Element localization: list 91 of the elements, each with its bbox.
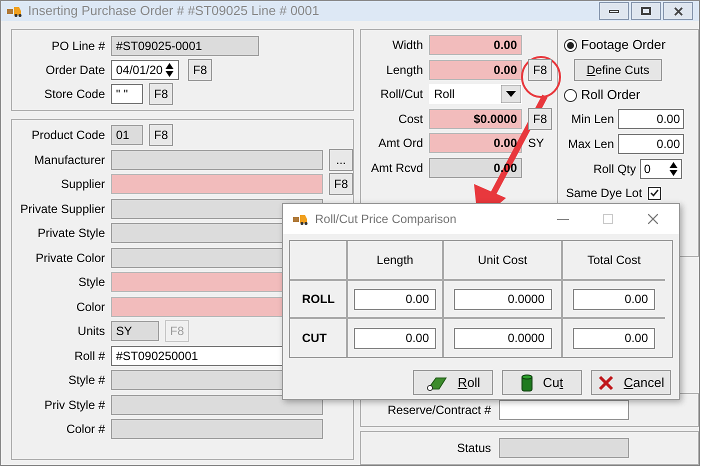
forklift-icon: [7, 5, 23, 17]
dropdown[interactable]: Roll: [429, 84, 522, 104]
field-label: Private Supplier: [19, 200, 105, 218]
field-label: Store Code: [43, 86, 105, 103]
checkbox-label: Same Dye Lot: [566, 185, 642, 202]
minimize-button[interactable]: [599, 2, 629, 20]
field-label: Color #: [65, 421, 105, 438]
input-field[interactable]: 0: [640, 159, 682, 179]
dropdown-arrow-icon[interactable]: [501, 85, 521, 103]
close-icon[interactable]: [674, 6, 682, 16]
cylinder-icon: [520, 374, 533, 392]
lookup-button[interactable]: F8: [528, 58, 552, 80]
field-label: Length: [385, 62, 423, 78]
field-label: Amt Rcvd: [370, 160, 423, 176]
unit-label: SY: [528, 135, 544, 152]
row-header: CUT: [301, 330, 328, 347]
input-field[interactable]: #ST09025-0001: [111, 36, 259, 56]
input-field[interactable]: 0.00: [354, 328, 436, 348]
field-label: Units: [76, 323, 105, 340]
input-field[interactable]: $0.0000: [429, 108, 522, 128]
input-field[interactable]: 0.00: [354, 288, 436, 310]
input-field[interactable]: [111, 174, 323, 194]
field-label: Style: [77, 274, 105, 291]
minimize-button[interactable]: [557, 218, 569, 220]
field-label: Roll/Cut: [379, 86, 423, 103]
input-field[interactable]: 0.00: [429, 60, 522, 80]
column-header: Unit Cost: [442, 241, 561, 281]
input-field[interactable]: 0.00: [573, 328, 655, 348]
input-field[interactable]: 0.0000: [454, 288, 552, 310]
input-field[interactable]: [111, 150, 323, 170]
input-field[interactable]: 0.00: [618, 134, 684, 154]
lookup-button[interactable]: F8: [328, 173, 353, 195]
input-field[interactable]: [499, 400, 629, 420]
check-icon: [650, 189, 660, 197]
radio-button[interactable]: [564, 38, 577, 52]
radio-button[interactable]: [564, 88, 577, 102]
field-label: Reserve/Contract #: [386, 402, 491, 419]
field-label: Max Len: [566, 136, 614, 153]
radio-label: Roll Order: [581, 86, 640, 104]
input-field[interactable]: 0.0000: [454, 328, 552, 348]
maximize-button[interactable]: [631, 2, 661, 20]
dialog-title: Roll/Cut Price Comparison: [315, 211, 458, 228]
input-field[interactable]: 0.00: [618, 109, 684, 129]
forklift-icon: [293, 213, 309, 225]
field-label: Status: [456, 440, 491, 457]
field-label: Private Style: [36, 225, 105, 242]
lookup-button[interactable]: ...: [329, 148, 353, 170]
radio-label: Footage Order: [581, 36, 666, 54]
input-field[interactable]: SY: [111, 321, 159, 341]
cancel-x-icon: [598, 374, 614, 390]
lookup-button[interactable]: F8: [188, 59, 212, 81]
field-label: Priv Style #: [43, 396, 105, 414]
field-label: Color: [75, 298, 105, 316]
field-label: Private Color: [34, 250, 105, 266]
lookup-button[interactable]: F8: [149, 124, 174, 146]
checkbox[interactable]: [648, 186, 662, 200]
input-field[interactable]: [111, 394, 323, 414]
input-field[interactable]: 01: [111, 125, 143, 145]
roll-button[interactable]: Roll: [413, 370, 493, 395]
input-field[interactable]: " ": [111, 84, 143, 104]
field-label: Min Len: [570, 111, 614, 128]
lookup-button[interactable]: F8: [528, 108, 552, 130]
close-button[interactable]: [663, 2, 693, 20]
field-label: Roll #: [73, 348, 105, 364]
field-label: Product Code: [30, 127, 105, 144]
roll-icon: [426, 374, 448, 390]
window-title: Inserting Purchase Order # #ST09025 Line # 0001: [28, 2, 320, 20]
field-label: Amt Ord: [377, 135, 423, 152]
field-label: PO Line #: [50, 38, 105, 55]
field-label: Cost: [397, 110, 423, 128]
spin-arrows-icon[interactable]: [165, 62, 174, 78]
column-header: Length: [346, 241, 442, 281]
input-field[interactable]: 04/01/20: [111, 60, 179, 80]
lookup-button[interactable]: F8: [149, 83, 174, 105]
input-field[interactable]: 0.00: [573, 288, 655, 310]
field-label: Order Date: [44, 62, 105, 79]
field-label: Roll Qty: [592, 161, 636, 178]
input-field[interactable]: 0.00: [429, 35, 522, 55]
cancel-button[interactable]: Cancel: [591, 370, 671, 395]
column-header: Total Cost: [561, 241, 665, 281]
field-label: Manufacturer: [33, 152, 105, 168]
row-header: ROLL: [290, 281, 346, 319]
input-field[interactable]: [111, 419, 323, 439]
input-field[interactable]: 0.00: [429, 133, 522, 153]
field-label: Width: [391, 37, 423, 54]
define-cuts-button[interactable]: Define Cuts: [574, 59, 662, 81]
field-label: Style #: [67, 372, 105, 389]
cut-button[interactable]: Cut: [502, 370, 582, 395]
spin-arrows-icon[interactable]: [669, 161, 678, 177]
field-label: Supplier: [60, 176, 105, 193]
close-icon[interactable]: [647, 213, 659, 225]
